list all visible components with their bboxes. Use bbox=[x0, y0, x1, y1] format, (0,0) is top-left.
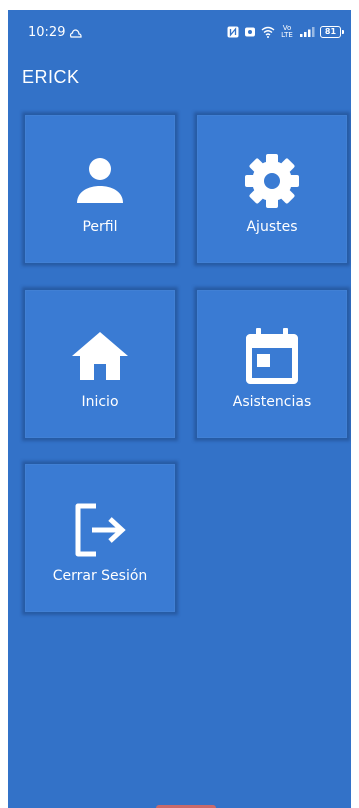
app-screen: 10:29 Vo LTE 81 ERICK Perfil Ajustes Ini… bbox=[8, 10, 351, 808]
home-icon bbox=[65, 326, 135, 386]
wifi-icon bbox=[261, 26, 275, 38]
menu-tile-asistencias[interactable]: Asistencias bbox=[197, 290, 347, 438]
menu-tile-label: Inicio bbox=[81, 394, 119, 410]
menu-tile-ajustes[interactable]: Ajustes bbox=[197, 115, 347, 263]
menu-tile-inicio[interactable]: Inicio bbox=[25, 290, 175, 438]
menu-tile-label: Cerrar Sesión bbox=[52, 568, 148, 584]
menu-tile-label: Asistencias bbox=[232, 394, 312, 410]
menu-tile-cerrar-sesion[interactable]: Cerrar Sesión bbox=[25, 464, 175, 612]
menu-tile-label: Ajustes bbox=[246, 219, 298, 235]
user-name-title: ERICK bbox=[22, 67, 80, 87]
status-time-group: 10:29 bbox=[28, 25, 83, 40]
menu-tile-perfil[interactable]: Perfil bbox=[25, 115, 175, 263]
calendar-icon bbox=[237, 326, 307, 386]
person-icon bbox=[65, 151, 135, 211]
vibrate-icon bbox=[245, 27, 255, 37]
network-label: Vo LTE bbox=[281, 24, 293, 39]
logout-icon bbox=[65, 500, 135, 560]
signal-icon bbox=[300, 27, 315, 37]
status-bar: 10:29 Vo LTE 81 bbox=[8, 10, 351, 50]
gear-icon bbox=[237, 151, 307, 211]
menu-tile-label: Perfil bbox=[82, 219, 118, 235]
cloud-icon bbox=[70, 28, 83, 38]
status-icons: Vo LTE 81 bbox=[227, 24, 344, 39]
nfc-icon bbox=[227, 26, 239, 38]
status-time: 10:29 bbox=[28, 25, 66, 40]
battery-indicator: 81 bbox=[320, 26, 344, 38]
